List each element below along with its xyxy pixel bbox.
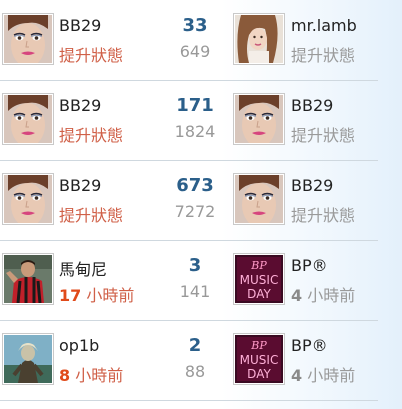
status-link[interactable]: 提升狀態	[59, 202, 123, 226]
count-value: 33	[182, 15, 208, 36]
avatar[interactable]	[2, 13, 54, 65]
status-number: 4	[291, 366, 303, 385]
footballer-photo-icon	[4, 255, 52, 303]
status-text: 提升狀態	[291, 206, 356, 225]
status-link[interactable]: 提升狀態	[59, 122, 123, 146]
status-text: 提升狀態	[59, 126, 124, 145]
user-name-link[interactable]: BB29	[291, 176, 333, 195]
user-name-link[interactable]: BP®	[291, 336, 328, 355]
count-value: 3	[188, 255, 202, 276]
figure-photo-icon	[4, 335, 52, 383]
avatar[interactable]	[233, 333, 285, 385]
music-day-logo-icon	[235, 255, 283, 303]
total-value: 1824	[174, 122, 216, 141]
status-link[interactable]: 17 小時前	[59, 282, 134, 306]
avatar[interactable]	[2, 333, 54, 385]
total-value: 7272	[174, 202, 216, 221]
woman-portrait-icon	[4, 175, 52, 223]
ranking-row: 馬甸尼 17 小時前 3 141 BP® 4 小時前	[0, 240, 378, 321]
avatar[interactable]	[233, 173, 285, 225]
user-name-link[interactable]: BB29	[59, 16, 101, 35]
status-link[interactable]: 8 小時前	[59, 362, 123, 386]
user-name-link[interactable]: BB29	[291, 96, 333, 115]
woman-portrait-icon	[235, 95, 283, 143]
status-link[interactable]: 提升狀態	[291, 202, 355, 226]
avatar[interactable]	[233, 13, 285, 65]
count-value: 673	[176, 175, 214, 196]
status-text: 提升狀態	[291, 46, 356, 65]
count-value: 2	[188, 335, 202, 356]
status-link[interactable]: 4 小時前	[291, 282, 355, 306]
status-text: 提升狀態	[59, 206, 124, 225]
avatar[interactable]	[2, 173, 54, 225]
count-value: 171	[176, 95, 214, 116]
user-name-link[interactable]: BP®	[291, 256, 328, 275]
status-text: 小時前	[81, 286, 135, 305]
total-value: 141	[179, 282, 211, 301]
ranking-row: BB29 提升狀態 673 7272 BB29 提升狀態	[0, 160, 378, 241]
status-link[interactable]: 4 小時前	[291, 362, 355, 386]
status-number: 17	[59, 286, 82, 305]
ranking-board: BB29 提升狀態 33 649 mr.lamb 提升狀態 BB29 提升狀態 …	[0, 0, 402, 409]
user-name-link[interactable]: mr.lamb	[291, 16, 357, 35]
total-value: 649	[179, 42, 211, 61]
status-text: 小時前	[70, 366, 124, 385]
status-link[interactable]: 提升狀態	[59, 42, 123, 66]
avatar[interactable]	[2, 93, 54, 145]
woman-portrait-icon	[4, 95, 52, 143]
user-name-link[interactable]: BB29	[59, 176, 101, 195]
woman-portrait-icon	[235, 15, 283, 63]
woman-portrait-icon	[235, 175, 283, 223]
woman-portrait-icon	[4, 15, 52, 63]
ranking-row: BB29 提升狀態 171 1824 BB29 提升狀態	[0, 80, 378, 161]
user-name-link[interactable]: op1b	[59, 336, 99, 355]
avatar[interactable]	[233, 253, 285, 305]
avatar[interactable]	[233, 93, 285, 145]
user-name-link[interactable]: BB29	[59, 96, 101, 115]
music-day-logo-icon	[235, 335, 283, 383]
status-text: 提升狀態	[291, 126, 356, 145]
total-value: 88	[184, 362, 206, 381]
status-number: 8	[59, 366, 71, 385]
status-number: 4	[291, 286, 303, 305]
status-text: 提升狀態	[59, 46, 124, 65]
status-text: 小時前	[302, 286, 356, 305]
ranking-row: op1b 8 小時前 2 88 BP® 4 小時前	[0, 320, 378, 401]
status-link[interactable]: 提升狀態	[291, 122, 355, 146]
ranking-row: BB29 提升狀態 33 649 mr.lamb 提升狀態	[0, 0, 378, 81]
user-name-link[interactable]: 馬甸尼	[59, 256, 107, 280]
avatar[interactable]	[2, 253, 54, 305]
status-link[interactable]: 提升狀態	[291, 42, 355, 66]
status-text: 小時前	[302, 366, 356, 385]
